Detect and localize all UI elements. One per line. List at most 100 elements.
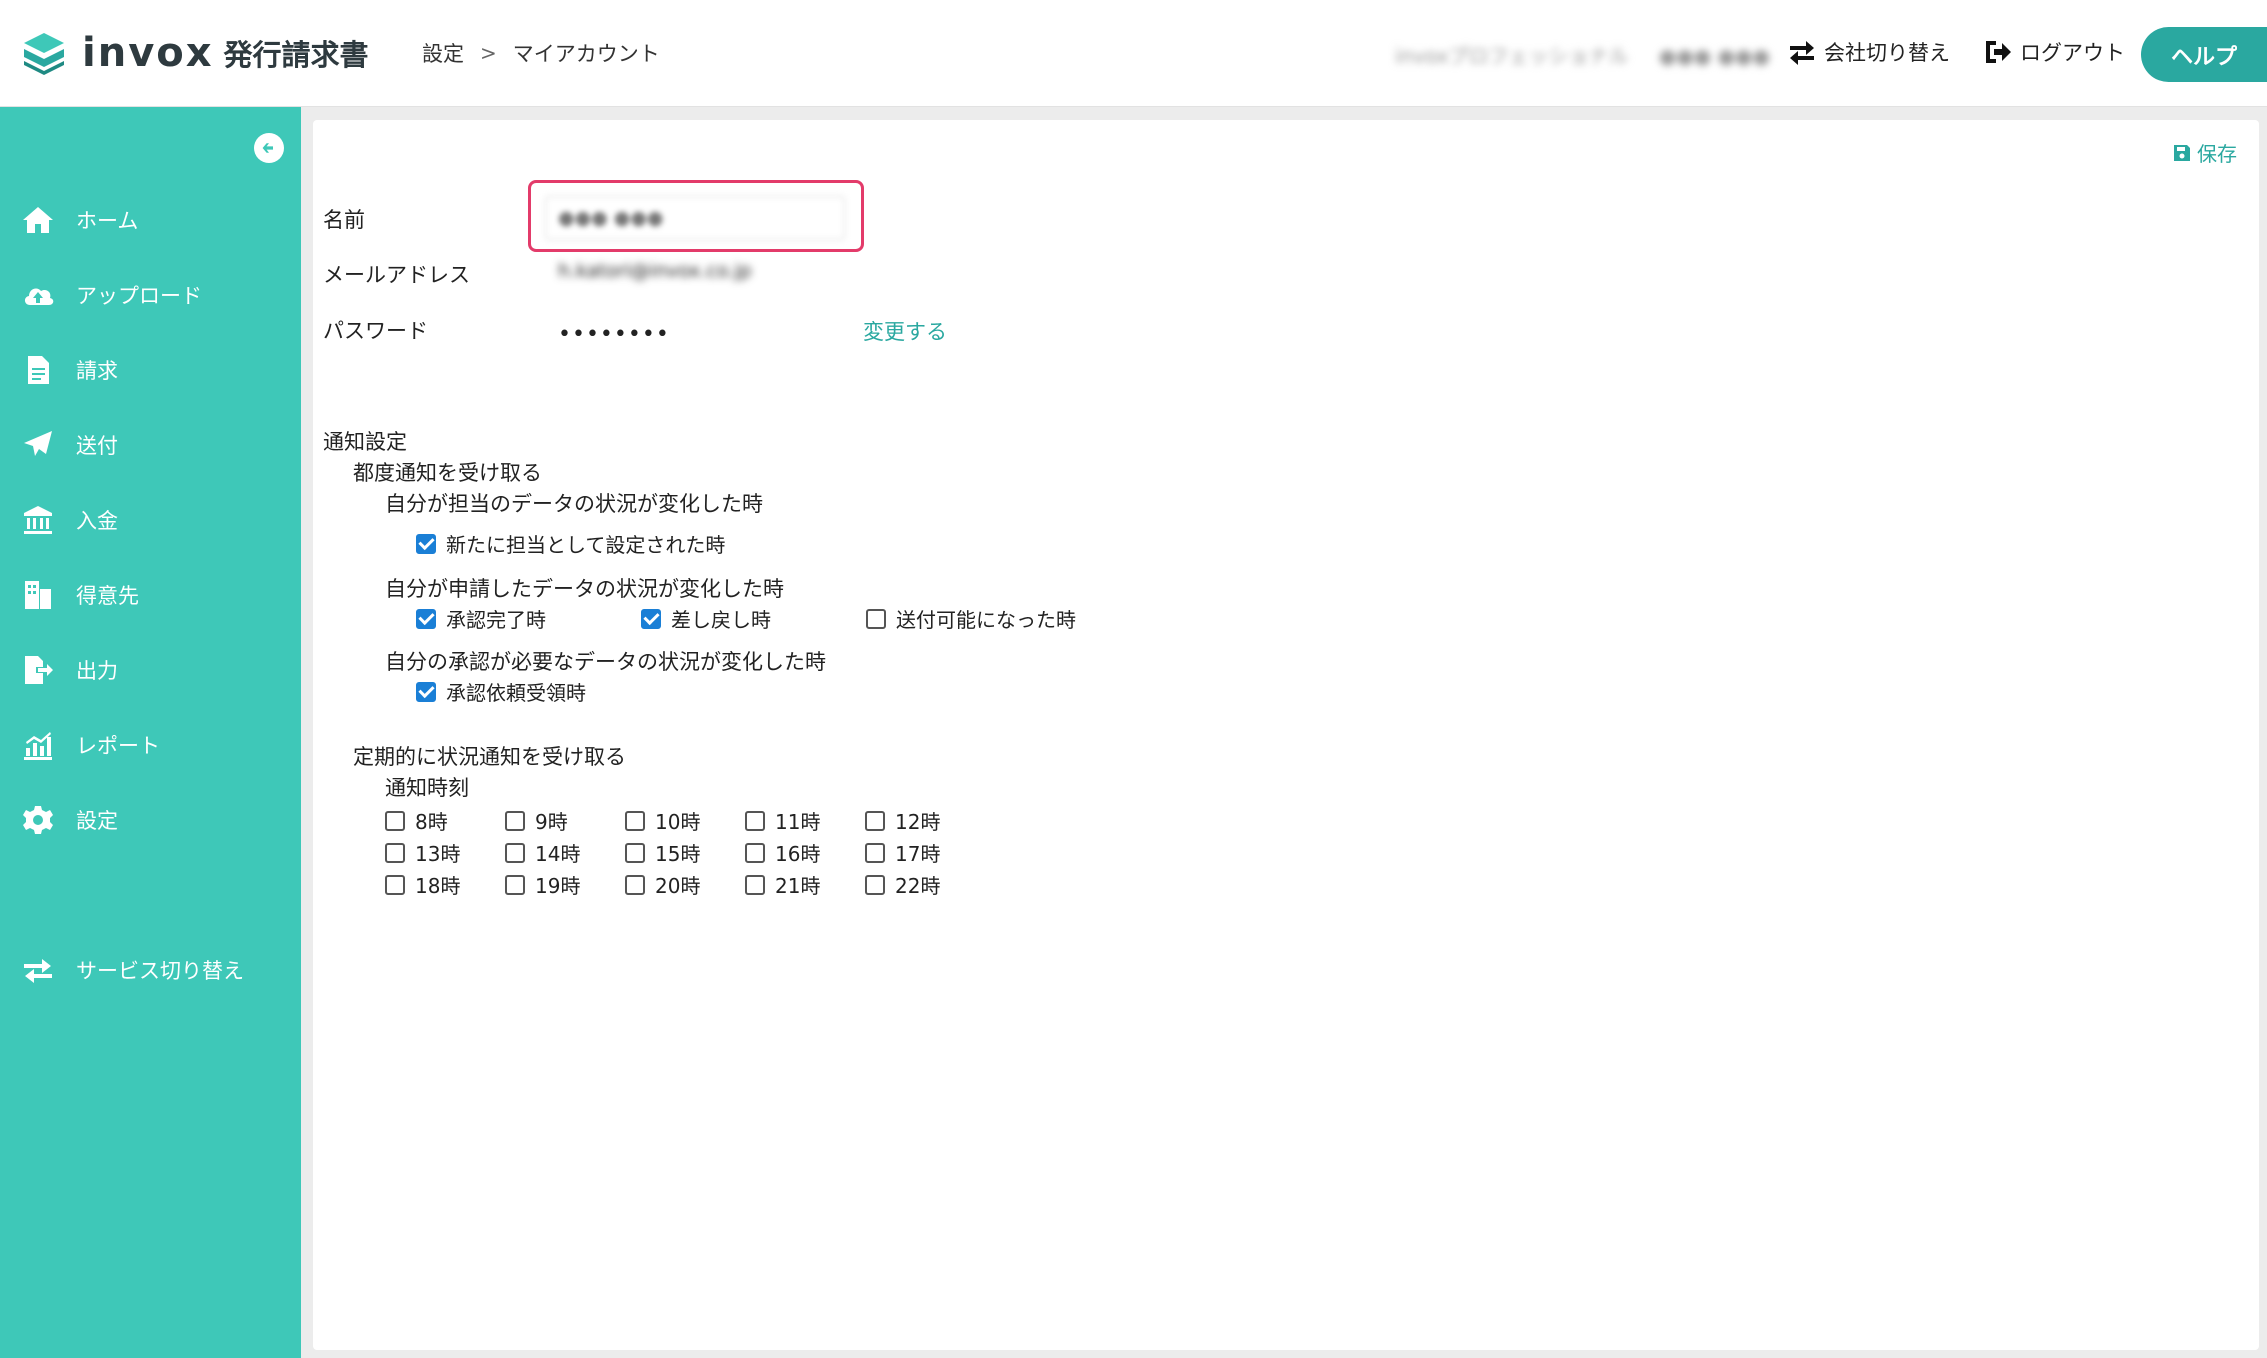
file-export-icon — [20, 652, 56, 688]
chart-icon — [20, 727, 56, 763]
checkbox-box[interactable] — [416, 681, 436, 702]
checkbox-box[interactable] — [416, 608, 436, 629]
checkbox-label: 17時 — [895, 842, 941, 866]
checkbox-hour-17[interactable]: 17時 — [865, 838, 940, 867]
logout-label: ログアウト — [2020, 41, 2125, 65]
checkbox-box[interactable] — [385, 810, 405, 831]
checkbox-box[interactable] — [416, 533, 436, 554]
sidebar: ホーム アップロード 請求 送付 入金 得意先 出力 レポート 設定 サービス切… — [0, 107, 301, 1358]
help-button[interactable]: ヘルプ — [2141, 27, 2267, 82]
email-label: メールアドレス — [323, 263, 470, 287]
sidebar-item-invoice[interactable]: 請求 — [0, 340, 301, 400]
save-label: 保存 — [2197, 142, 2237, 166]
sidebar-item-send[interactable]: 送付 — [0, 415, 301, 475]
notification-time-title: 通知時刻 — [385, 776, 469, 800]
sidebar-item-label: レポート — [76, 734, 160, 758]
sidebar-item-report[interactable]: レポート — [0, 715, 301, 775]
sidebar-item-label: サービス切り替え — [76, 959, 244, 983]
checkbox-hour-10[interactable]: 10時 — [625, 806, 700, 835]
save-button[interactable]: 保存 — [2173, 138, 2237, 167]
checkbox-label: 10時 — [655, 810, 701, 834]
invox-logo-icon — [24, 33, 64, 75]
checkbox-newly-assigned[interactable]: 新たに担当として設定された時 — [416, 529, 725, 558]
checkbox-ready-to-send[interactable]: 送付可能になった時 — [866, 604, 1076, 633]
checkbox-box[interactable] — [625, 810, 645, 831]
checkbox-label: 22時 — [895, 874, 941, 898]
sidebar-item-export[interactable]: 出力 — [0, 640, 301, 700]
checkbox-box[interactable] — [865, 810, 885, 831]
approval-group-title: 自分の承認が必要なデータの状況が変化した時 — [385, 650, 826, 674]
name-label: 名前 — [323, 208, 365, 232]
app-logo[interactable]: invox 発行請求書 — [20, 28, 369, 78]
sidebar-item-home[interactable]: ホーム — [0, 190, 301, 250]
checkbox-box[interactable] — [625, 874, 645, 895]
checkbox-box[interactable] — [865, 842, 885, 863]
sidebar-item-customers[interactable]: 得意先 — [0, 565, 301, 625]
sidebar-item-label: 入金 — [76, 509, 118, 533]
name-input[interactable] — [545, 196, 845, 240]
checkbox-label: 14時 — [535, 842, 581, 866]
sidebar-item-label: ホーム — [76, 209, 139, 233]
checkbox-hour-11[interactable]: 11時 — [745, 806, 820, 835]
checkbox-hour-18[interactable]: 18時 — [385, 870, 460, 899]
product-name: 発行請求書 — [223, 38, 369, 72]
checkbox-label: 15時 — [655, 842, 701, 866]
sidebar-item-label: アップロード — [76, 284, 202, 308]
checkbox-box[interactable] — [745, 842, 765, 863]
logout-button[interactable]: ログアウト — [1982, 36, 2125, 68]
checkbox-label: 承認依頼受領時 — [446, 681, 586, 705]
checkbox-hour-13[interactable]: 13時 — [385, 838, 460, 867]
checkbox-approval-request[interactable]: 承認依頼受領時 — [416, 677, 586, 706]
checkbox-box[interactable] — [865, 874, 885, 895]
checkbox-label: 20時 — [655, 874, 701, 898]
checkbox-box[interactable] — [385, 842, 405, 863]
checkbox-hour-22[interactable]: 22時 — [865, 870, 940, 899]
user-company: invoxプロフェッショナル — [1395, 44, 1629, 68]
gear-icon — [20, 802, 56, 838]
checkbox-box[interactable] — [385, 874, 405, 895]
breadcrumb-settings[interactable]: 設定 — [422, 38, 464, 68]
checkbox-box[interactable] — [625, 842, 645, 863]
checkbox-hour-8[interactable]: 8時 — [385, 806, 448, 835]
checkbox-box[interactable] — [505, 874, 525, 895]
user-name: ●●● ●●● — [1658, 44, 1770, 68]
sidebar-item-label: 出力 — [76, 659, 118, 683]
assigned-group-title: 自分が担当のデータの状況が変化した時 — [385, 492, 763, 516]
change-password-link[interactable]: 変更する — [863, 316, 947, 346]
checkbox-box[interactable] — [866, 608, 886, 629]
checkbox-hour-15[interactable]: 15時 — [625, 838, 700, 867]
checkbox-returned[interactable]: 差し戻し時 — [641, 604, 771, 633]
checkbox-hour-16[interactable]: 16時 — [745, 838, 820, 867]
checkbox-box[interactable] — [745, 874, 765, 895]
notification-settings-title: 通知設定 — [323, 430, 407, 454]
breadcrumb-my-account: マイアカウント — [512, 42, 660, 66]
checkbox-box[interactable] — [745, 810, 765, 831]
checkbox-hour-9[interactable]: 9時 — [505, 806, 568, 835]
checkbox-box[interactable] — [505, 810, 525, 831]
checkbox-label: 差し戻し時 — [671, 608, 771, 632]
email-value: h.katori@invox.co.jp — [558, 260, 752, 282]
checkbox-box[interactable] — [505, 842, 525, 863]
checkbox-label: 12時 — [895, 810, 941, 834]
checkbox-label: 19時 — [535, 874, 581, 898]
sidebar-item-upload[interactable]: アップロード — [0, 265, 301, 325]
checkbox-approval-complete[interactable]: 承認完了時 — [416, 604, 546, 633]
checkbox-box[interactable] — [641, 608, 661, 629]
checkbox-label: 8時 — [415, 810, 448, 834]
checkbox-hour-20[interactable]: 20時 — [625, 870, 700, 899]
checkbox-hour-14[interactable]: 14時 — [505, 838, 580, 867]
sidebar-item-settings[interactable]: 設定 — [0, 790, 301, 850]
checkbox-label: 21時 — [775, 874, 821, 898]
checkbox-hour-12[interactable]: 12時 — [865, 806, 940, 835]
floppy-disk-icon — [2174, 144, 2190, 161]
sidebar-item-label: 請求 — [76, 359, 118, 383]
checkbox-hour-19[interactable]: 19時 — [505, 870, 580, 899]
switch-company-button[interactable]: 会社切り替え — [1786, 36, 1950, 68]
sidebar-item-service-switch[interactable]: サービス切り替え — [0, 940, 301, 1000]
top-header: invox 発行請求書 設定 > マイアカウント invoxプロフェッショナル … — [0, 0, 2267, 107]
brand-name: invox — [82, 30, 214, 76]
password-value: •••••••• — [558, 322, 670, 347]
sidebar-item-payment[interactable]: 入金 — [0, 490, 301, 550]
checkbox-hour-21[interactable]: 21時 — [745, 870, 820, 899]
collapse-sidebar-button[interactable] — [254, 133, 284, 163]
